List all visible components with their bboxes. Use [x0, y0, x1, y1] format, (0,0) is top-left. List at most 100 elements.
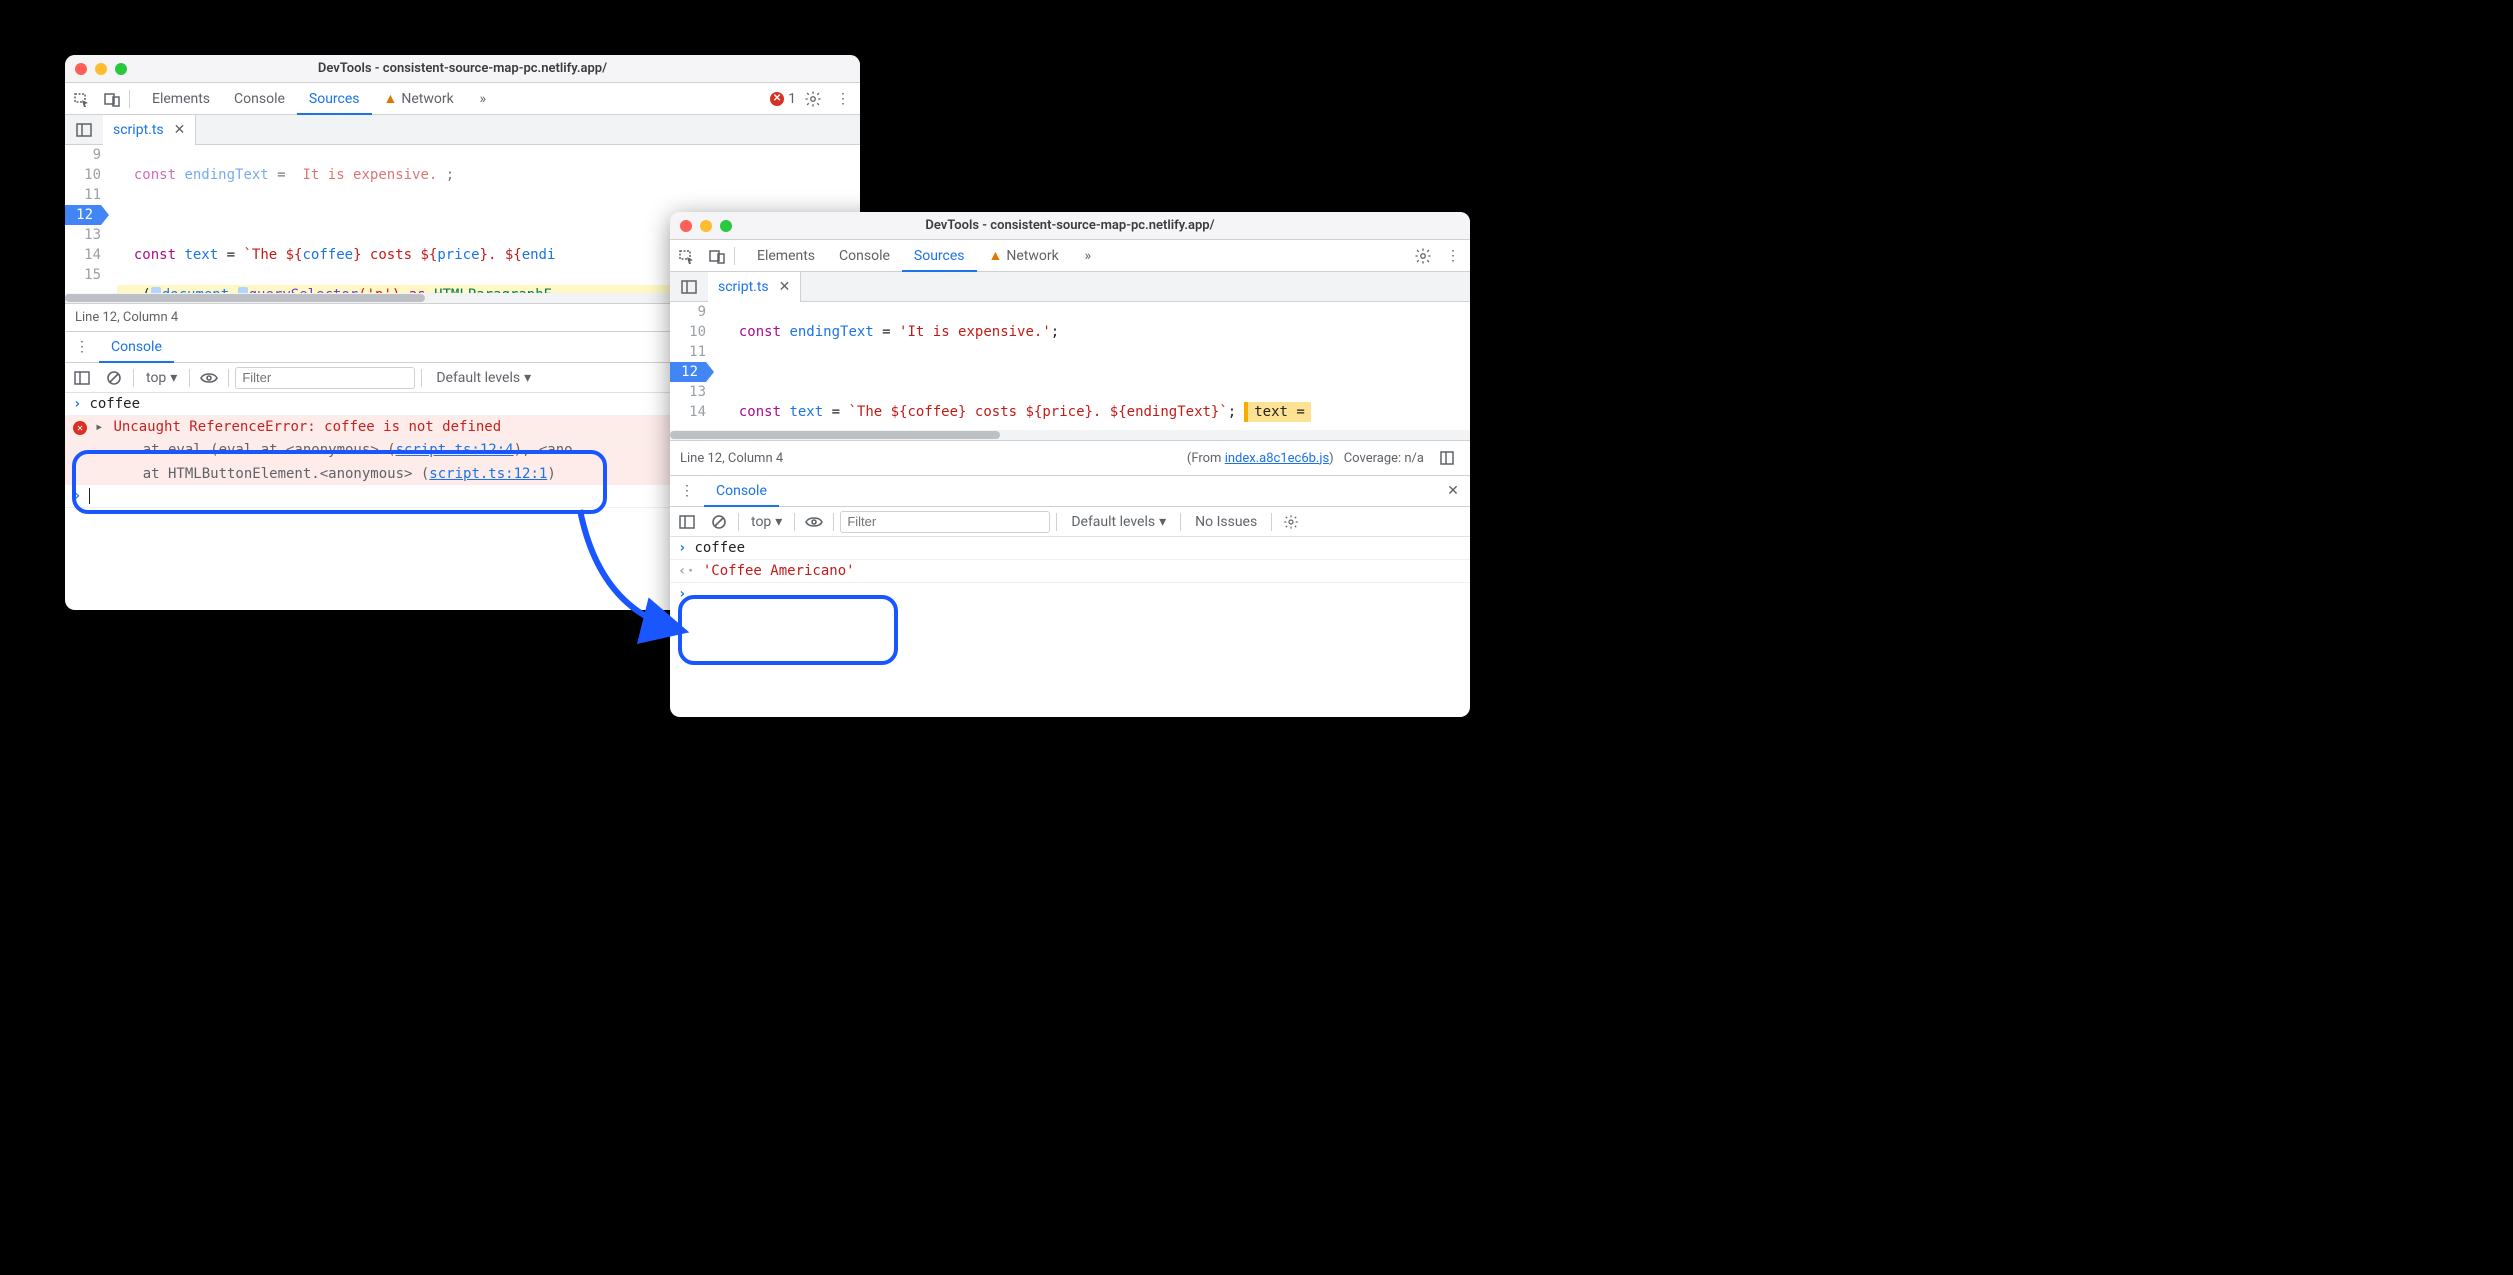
- console-prompt-row[interactable]: ›: [670, 583, 1470, 605]
- file-tab-row: script.ts ✕: [65, 115, 860, 145]
- tab-console[interactable]: Console: [222, 83, 297, 115]
- cursor-position: Line 12, Column 4: [75, 310, 178, 325]
- file-tab-label: script.ts: [113, 122, 164, 138]
- settings-icon[interactable]: [800, 86, 826, 112]
- kebab-menu-icon[interactable]: ⋮: [1440, 243, 1466, 269]
- tab-network[interactable]: ▲Network: [372, 83, 466, 115]
- drawer-tab-console[interactable]: Console: [704, 475, 779, 507]
- line-number: 13: [65, 225, 101, 245]
- tab-console[interactable]: Console: [827, 240, 902, 272]
- chevron-down-icon: ▾: [775, 514, 782, 530]
- line-number: 15: [65, 265, 101, 285]
- close-icon[interactable]: ✕: [174, 122, 186, 138]
- filter-input[interactable]: [235, 367, 415, 389]
- log-levels-selector[interactable]: Default levels ▾: [1063, 514, 1174, 530]
- settings-icon[interactable]: [1410, 243, 1436, 269]
- tab-network[interactable]: ▲Network: [977, 240, 1071, 272]
- log-levels-selector[interactable]: Default levels ▾: [428, 370, 539, 386]
- inspect-icon[interactable]: [69, 86, 95, 112]
- navigator-toggle-icon[interactable]: [71, 117, 97, 143]
- tab-sources[interactable]: Sources: [902, 240, 977, 272]
- file-tab[interactable]: script.ts ✕: [103, 115, 196, 145]
- tab-elements[interactable]: Elements: [745, 240, 827, 272]
- prompt-icon: ›: [678, 540, 686, 556]
- filter-input[interactable]: [840, 511, 1050, 533]
- live-expression-icon[interactable]: [801, 509, 827, 535]
- window-minimize-button[interactable]: [95, 63, 107, 75]
- console-output-row: ‹· 'Coffee Americano': [670, 560, 1470, 583]
- window-titlebar: DevTools - consistent-source-map-pc.netl…: [670, 212, 1470, 240]
- window-title: DevTools - consistent-source-map-pc.netl…: [670, 218, 1470, 233]
- kebab-menu-icon[interactable]: ⋮: [674, 478, 700, 504]
- error-count: 1: [788, 91, 796, 107]
- cursor-position: Line 12, Column 4: [680, 451, 783, 466]
- tab-elements[interactable]: Elements: [140, 83, 222, 115]
- pretty-print-icon[interactable]: [1434, 445, 1460, 471]
- window-title: DevTools - consistent-source-map-pc.netl…: [65, 61, 860, 76]
- tab-sources[interactable]: Sources: [297, 83, 372, 115]
- context-selector[interactable]: top ▾: [140, 370, 183, 386]
- clear-console-icon[interactable]: [706, 509, 732, 535]
- kebab-menu-icon[interactable]: ⋮: [69, 334, 95, 360]
- navigator-toggle-icon[interactable]: [676, 274, 702, 300]
- chevron-down-icon: ▾: [1159, 514, 1166, 530]
- line-number-active: 12: [670, 362, 706, 382]
- stack-link[interactable]: script.ts:12:4: [396, 442, 514, 458]
- line-number: 10: [670, 322, 706, 342]
- coverage-label: Coverage: n/a: [1344, 451, 1424, 466]
- sourcemap-origin: (From index.a8c1ec6b.js): [1187, 451, 1334, 466]
- console-output-text: 'Coffee Americano': [703, 563, 855, 579]
- window-zoom-button[interactable]: [115, 63, 127, 75]
- stack-link[interactable]: script.ts:12:1: [429, 466, 547, 482]
- sidebar-toggle-icon[interactable]: [69, 365, 95, 391]
- inspect-icon[interactable]: [674, 243, 700, 269]
- close-drawer-icon[interactable]: ✕: [1440, 478, 1466, 504]
- devtools-toolbar: Elements Console Sources ▲Network » ✕ 1 …: [65, 83, 860, 115]
- window-close-button[interactable]: [680, 220, 692, 232]
- line-number: 11: [670, 342, 706, 362]
- horizontal-scrollbar[interactable]: [670, 430, 1470, 440]
- warning-icon: ▲: [989, 248, 1003, 264]
- clear-console-icon[interactable]: [101, 365, 127, 391]
- line-number: 11: [65, 185, 101, 205]
- line-number: 13: [670, 382, 706, 402]
- error-icon: ✕: [73, 421, 87, 435]
- window-close-button[interactable]: [75, 63, 87, 75]
- disclosure-triangle-icon[interactable]: ▸: [95, 419, 103, 435]
- device-toolbar-icon[interactable]: [704, 243, 730, 269]
- inline-value-chip: text =: [1244, 402, 1311, 422]
- line-number: 10: [65, 165, 101, 185]
- more-tabs-icon[interactable]: »: [470, 86, 496, 112]
- drawer-tab-console[interactable]: Console: [99, 331, 174, 363]
- console-input-text: coffee: [694, 540, 745, 556]
- error-counter[interactable]: ✕ 1: [770, 91, 796, 107]
- kebab-menu-icon[interactable]: ⋮: [830, 86, 856, 112]
- prompt-icon: ›: [678, 586, 686, 602]
- file-tab[interactable]: script.ts ✕: [708, 272, 801, 302]
- prompt-icon: ›: [73, 396, 81, 412]
- window-zoom-button[interactable]: [720, 220, 732, 232]
- issues-indicator[interactable]: No Issues: [1187, 514, 1265, 530]
- window-minimize-button[interactable]: [700, 220, 712, 232]
- window-titlebar: DevTools - consistent-source-map-pc.netl…: [65, 55, 860, 83]
- live-expression-icon[interactable]: [196, 365, 222, 391]
- context-selector[interactable]: top ▾: [745, 514, 788, 530]
- line-number: 14: [65, 245, 101, 265]
- line-number-active: 12: [65, 205, 101, 225]
- console-input-text: coffee: [89, 396, 140, 412]
- code-editor[interactable]: 9 10 11 12 13 14 const endingText = 'It …: [670, 302, 1470, 430]
- chevron-down-icon: ▾: [524, 370, 531, 386]
- more-tabs-icon[interactable]: »: [1075, 243, 1101, 269]
- console-settings-icon[interactable]: [1278, 509, 1304, 535]
- origin-link[interactable]: index.a8c1ec6b.js: [1225, 451, 1329, 466]
- console-input-row: › coffee: [670, 537, 1470, 560]
- sidebar-toggle-icon[interactable]: [674, 509, 700, 535]
- file-tab-label: script.ts: [718, 279, 769, 295]
- close-icon[interactable]: ✕: [779, 279, 791, 295]
- console-error-text: Uncaught ReferenceError: coffee is not d…: [113, 419, 501, 435]
- device-toolbar-icon[interactable]: [99, 86, 125, 112]
- chevron-down-icon: ▾: [170, 370, 177, 386]
- warning-icon: ▲: [384, 91, 398, 107]
- line-number: 14: [670, 402, 706, 422]
- prompt-icon: ›: [73, 488, 81, 504]
